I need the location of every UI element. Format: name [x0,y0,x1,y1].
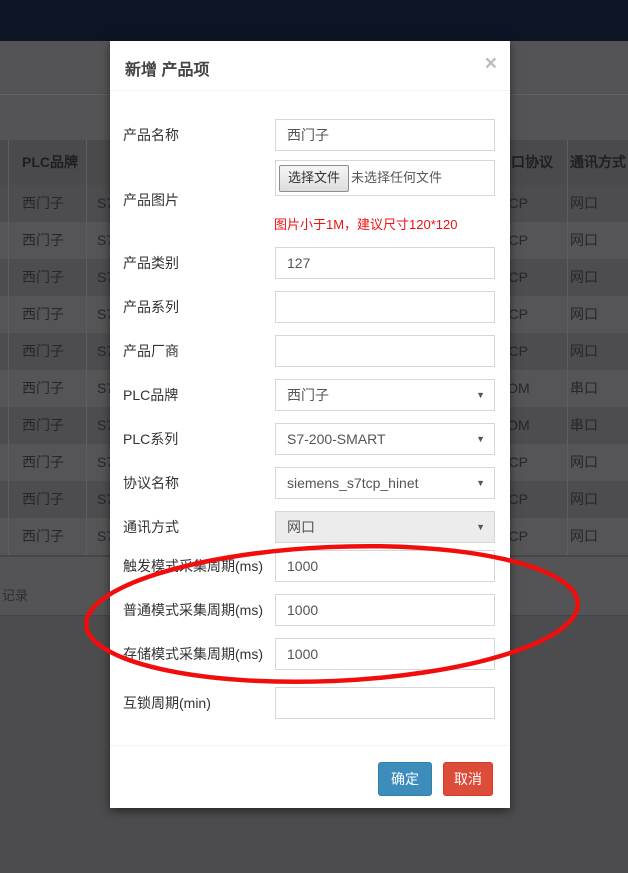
cell-comm: 网口 [570,185,598,222]
cell-comm: 网口 [570,333,598,370]
close-icon[interactable]: × [485,53,497,74]
protocol-name-value: siemens_s7tcp_hinet [287,475,419,491]
product-vendor-label: 产品厂商 [123,335,179,367]
cancel-button[interactable]: 取消 [443,762,493,796]
column-header-comm-mode: 通讯方式 [570,140,626,185]
comm-mode-label: 通讯方式 [123,511,179,543]
image-size-hint: 图片小于1M，建议尺寸120*120 [274,214,458,233]
interlock-period-input[interactable] [275,687,495,719]
protocol-name-select[interactable]: siemens_s7tcp_hinet ▼ [275,467,495,499]
cell-brand: 西门子 [22,370,64,407]
normal-period-input[interactable] [275,594,495,626]
cell-brand: 西门子 [22,518,64,555]
plc-brand-label: PLC品牌 [123,379,178,411]
plc-series-value: S7-200-SMART [287,431,386,447]
plc-brand-value: 西门子 [287,387,329,403]
trigger-period-input[interactable] [275,550,495,582]
comm-mode-value: 网口 [287,519,315,535]
chevron-down-icon: ▼ [476,424,485,454]
storage-period-label: 存储模式采集周期(ms) [123,638,263,670]
product-vendor-input[interactable] [275,335,495,367]
chevron-down-icon: ▼ [476,468,485,498]
modal-title: 新增 产品项 [125,56,209,80]
column-header-plc-brand: PLC品牌 [22,140,78,185]
confirm-button[interactable]: 确定 [378,762,432,796]
product-name-input[interactable] [275,119,495,151]
product-series-input[interactable] [275,291,495,323]
chevron-down-icon: ▼ [476,380,485,410]
top-navbar [0,0,628,41]
product-category-input[interactable] [275,247,495,279]
cell-comm: 串口 [570,370,598,407]
cell-brand: 西门子 [22,333,64,370]
plc-series-label: PLC系列 [123,423,178,455]
cell-comm: 网口 [570,259,598,296]
add-product-modal: 新增 产品项 × 产品名称 产品图片 选择文件 未选择任何文件 图片小于1M，建… [110,41,510,808]
product-series-label: 产品系列 [123,291,179,323]
plc-brand-select[interactable]: 西门子 ▼ [275,379,495,411]
screen: PLC品牌 接口协议 通讯方式 西门子 S7- TCP 网口 西门子 S7- T… [0,0,628,873]
chevron-down-icon: ▼ [476,512,485,542]
choose-file-button[interactable]: 选择文件 [279,165,349,192]
cell-comm: 网口 [570,481,598,518]
product-category-label: 产品类别 [123,247,179,279]
product-name-label: 产品名称 [123,119,179,151]
cell-comm: 网口 [570,444,598,481]
product-image-file-input[interactable]: 选择文件 未选择任何文件 [275,160,495,196]
cell-comm: 串口 [570,407,598,444]
cell-brand: 西门子 [22,407,64,444]
cell-brand: 西门子 [22,296,64,333]
cell-brand: 西门子 [22,185,64,222]
plc-series-select[interactable]: S7-200-SMART ▼ [275,423,495,455]
records-text: 记录 [2,585,28,604]
modal-footer: 确定 取消 [110,745,510,809]
trigger-period-label: 触发模式采集周期(ms) [123,550,263,582]
cell-comm: 网口 [570,222,598,259]
cell-comm: 网口 [570,296,598,333]
product-image-label: 产品图片 [123,184,179,216]
storage-period-input[interactable] [275,638,495,670]
cell-brand: 西门子 [22,481,64,518]
cell-brand: 西门子 [22,444,64,481]
cell-brand: 西门子 [22,259,64,296]
modal-header: 新增 产品项 × [110,41,510,91]
protocol-name-label: 协议名称 [123,467,179,499]
cell-brand: 西门子 [22,222,64,259]
cell-comm: 网口 [570,518,598,555]
interlock-period-label: 互锁周期(min) [123,687,211,719]
comm-mode-select: 网口 ▼ [275,511,495,543]
normal-period-label: 普通模式采集周期(ms) [123,594,263,626]
file-status-text: 未选择任何文件 [351,161,442,195]
